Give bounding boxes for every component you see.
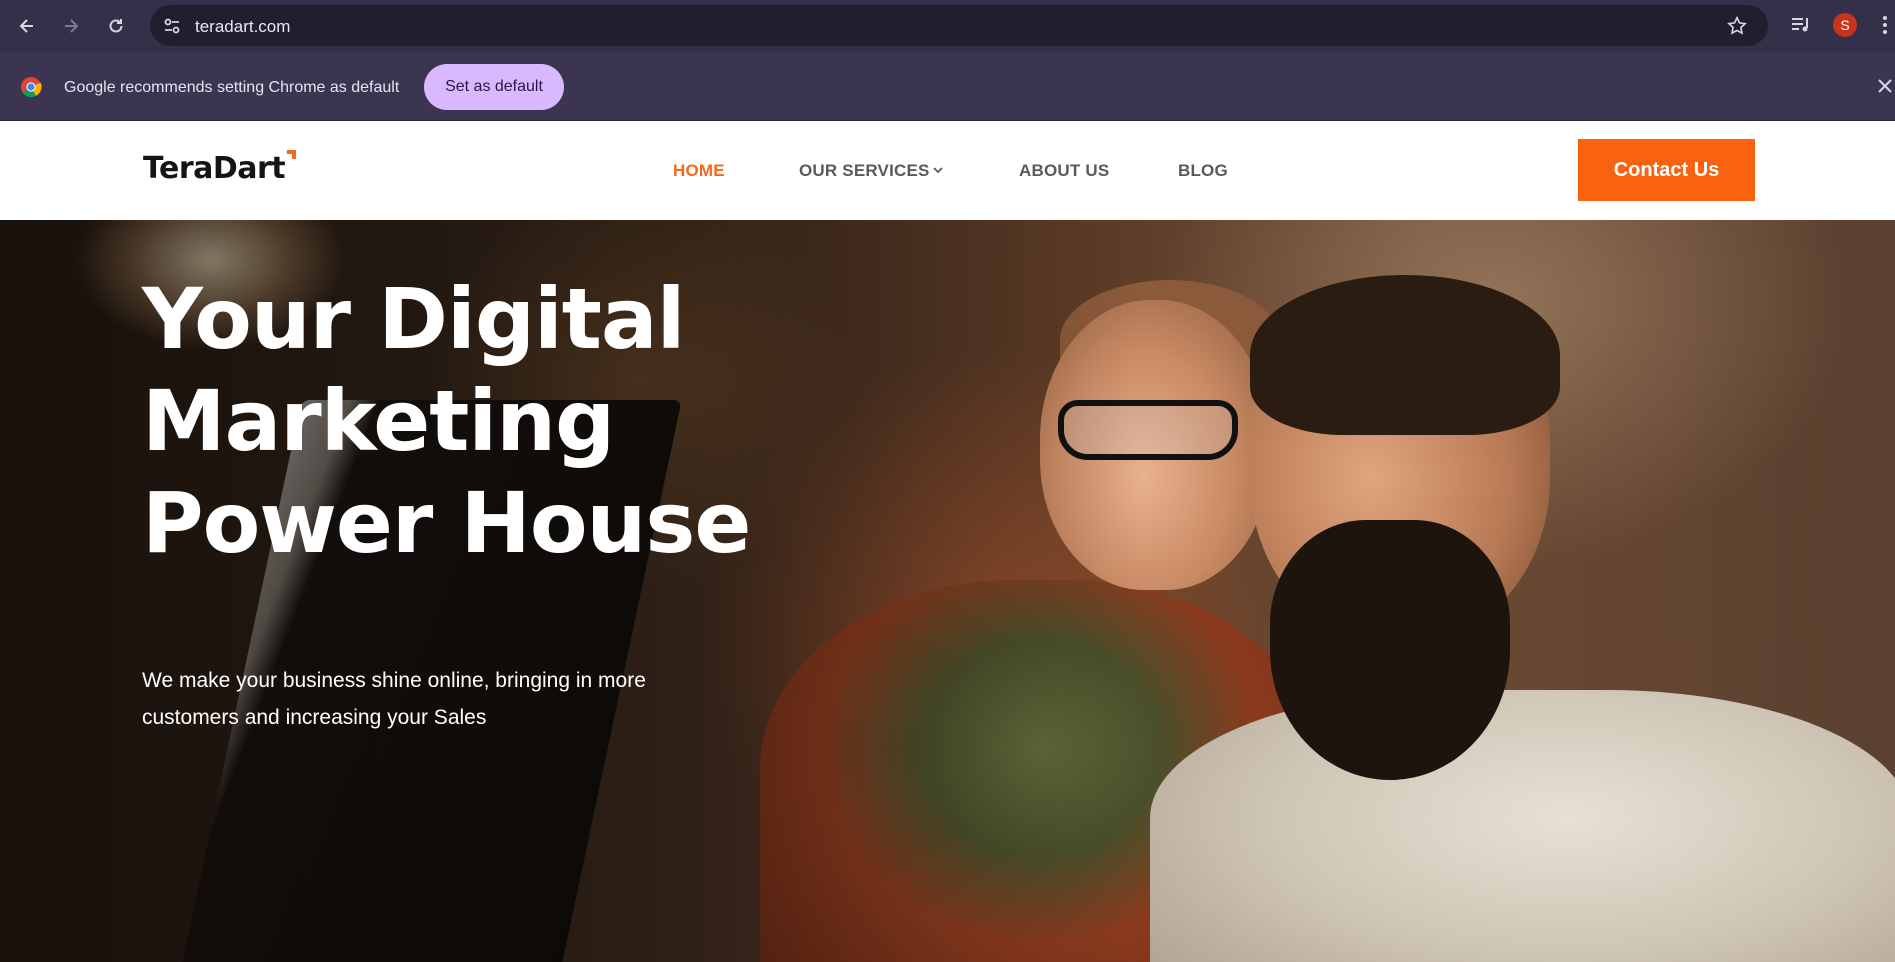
hero-subtitle: We make your business shine online, brin… bbox=[142, 669, 646, 729]
set-as-default-button[interactable]: Set as default bbox=[424, 64, 564, 110]
media-controls-icon[interactable] bbox=[1789, 13, 1813, 37]
reload-button[interactable] bbox=[102, 12, 130, 40]
profile-avatar[interactable]: S bbox=[1833, 13, 1857, 37]
browser-toolbar: teradart.com S bbox=[0, 0, 1895, 52]
nav-about-us[interactable]: ABOUT US bbox=[1019, 161, 1109, 181]
hero-title-line-3: Power House bbox=[142, 474, 751, 572]
site-settings-icon[interactable] bbox=[162, 16, 182, 36]
hero-section: Your Digital Marketing Power House We ma… bbox=[0, 220, 1895, 962]
logo-corner-mark bbox=[287, 150, 296, 159]
forward-icon bbox=[65, 19, 79, 33]
nav-blog[interactable]: BLOG bbox=[1178, 161, 1228, 181]
address-bar[interactable]: teradart.com bbox=[150, 5, 1768, 46]
hero-title-line-2: Marketing bbox=[142, 372, 615, 470]
nav-our-services[interactable]: OUR SERVICES bbox=[799, 161, 930, 181]
more-menu-icon[interactable] bbox=[1880, 13, 1890, 37]
contact-us-button[interactable]: Contact Us bbox=[1578, 139, 1755, 201]
nav-home[interactable]: HOME bbox=[673, 161, 725, 181]
back-button[interactable] bbox=[13, 12, 41, 40]
close-icon[interactable] bbox=[1876, 77, 1894, 95]
chevron-down-icon[interactable] bbox=[932, 164, 944, 176]
hero-title: Your Digital Marketing Power House bbox=[142, 268, 842, 574]
reload-icon bbox=[109, 19, 123, 33]
forward-button[interactable] bbox=[57, 12, 85, 40]
back-icon bbox=[19, 19, 33, 33]
teradart-logo[interactable]: TeraDart bbox=[143, 151, 286, 186]
default-browser-infobar: Google recommends setting Chrome as defa… bbox=[0, 52, 1895, 121]
infobar-message: Google recommends setting Chrome as defa… bbox=[64, 79, 400, 96]
hero-title-line-1: Your Digital bbox=[142, 270, 685, 368]
bookmark-star-icon[interactable] bbox=[1726, 15, 1748, 37]
url-text[interactable]: teradart.com bbox=[195, 17, 290, 37]
site-header: TeraDart HOME OUR SERVICES ABOUT US BLOG… bbox=[0, 121, 1895, 220]
chrome-logo-icon bbox=[21, 77, 42, 98]
